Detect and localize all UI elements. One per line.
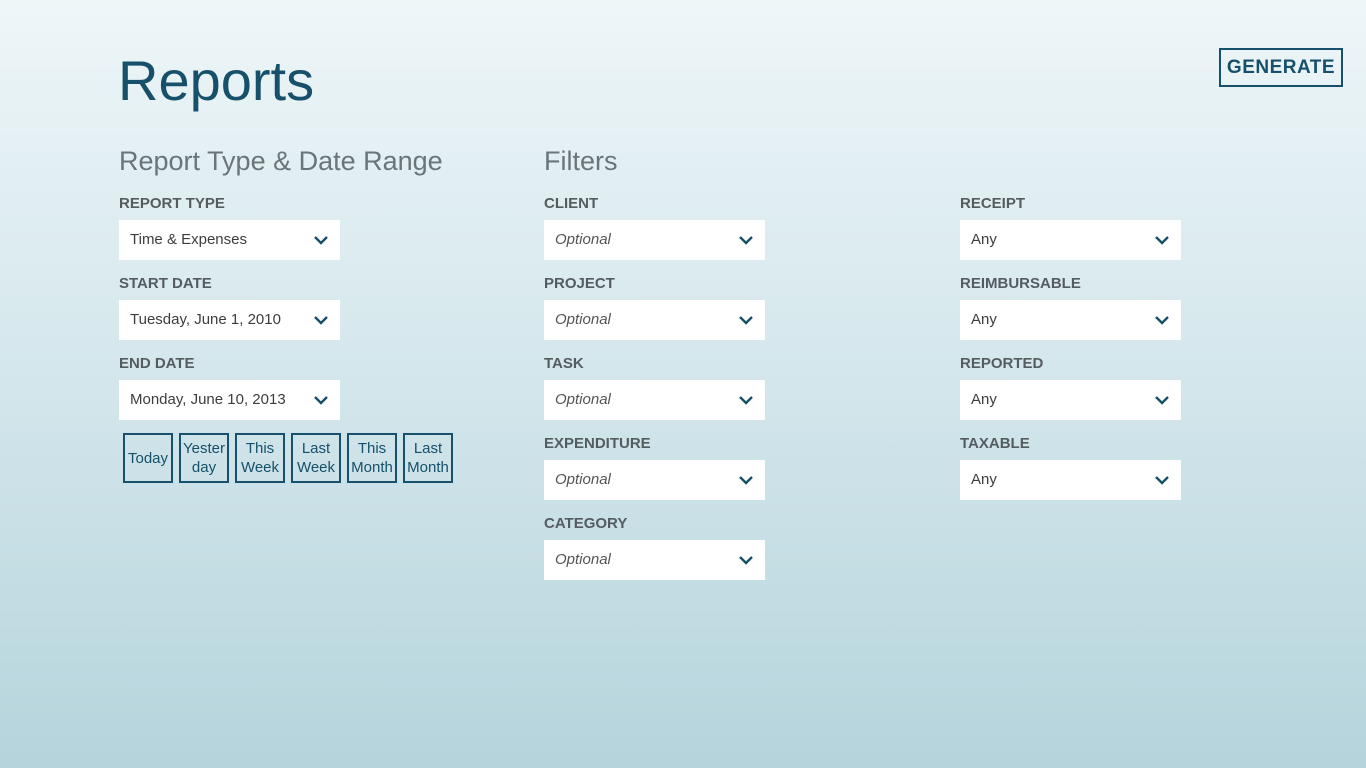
- last-week-button[interactable]: Last Week: [291, 433, 341, 483]
- client-value: Optional: [555, 231, 611, 248]
- category-field: CATEGORY Optional: [544, 514, 765, 580]
- filters-heading: Filters: [544, 146, 618, 176]
- project-select[interactable]: Optional: [544, 300, 765, 340]
- today-button[interactable]: Today: [123, 433, 173, 483]
- reported-field: REPORTED Any: [960, 354, 1181, 420]
- end-date-select[interactable]: Monday, June 10, 2013: [119, 380, 340, 420]
- chevron-down-icon: [1155, 236, 1169, 245]
- client-select[interactable]: Optional: [544, 220, 765, 260]
- expenditure-label: EXPENDITURE: [544, 435, 651, 452]
- taxable-label: TAXABLE: [960, 435, 1030, 452]
- expenditure-value: Optional: [555, 471, 611, 488]
- report-type-select[interactable]: Time & Expenses: [119, 220, 340, 260]
- reimbursable-select[interactable]: Any: [960, 300, 1181, 340]
- this-week-button[interactable]: This Week: [235, 433, 285, 483]
- page-title: Reports: [118, 49, 315, 112]
- chevron-down-icon: [739, 236, 753, 245]
- project-label: PROJECT: [544, 275, 615, 292]
- chevron-down-icon: [1155, 396, 1169, 405]
- report-type-field: REPORT TYPE Time & Expenses: [119, 194, 340, 260]
- task-select[interactable]: Optional: [544, 380, 765, 420]
- start-date-label: START DATE: [119, 275, 212, 292]
- category-value: Optional: [555, 551, 611, 568]
- task-value: Optional: [555, 391, 611, 408]
- taxable-field: TAXABLE Any: [960, 434, 1181, 500]
- chevron-down-icon: [314, 236, 328, 245]
- category-label: CATEGORY: [544, 515, 628, 532]
- client-label: CLIENT: [544, 195, 599, 212]
- taxable-value: Any: [971, 471, 997, 488]
- report-type-label: REPORT TYPE: [119, 195, 225, 212]
- end-date-field: END DATE Monday, June 10, 2013: [119, 354, 340, 420]
- yesterday-button[interactable]: Yester day: [179, 433, 229, 483]
- report-type-value: Time & Expenses: [130, 231, 247, 248]
- receipt-value: Any: [971, 231, 997, 248]
- end-date-value: Monday, June 10, 2013: [130, 391, 286, 408]
- reported-value: Any: [971, 391, 997, 408]
- quick-range-buttons: Today Yester day This Week Last Week Thi…: [123, 433, 453, 483]
- category-select[interactable]: Optional: [544, 540, 765, 580]
- project-value: Optional: [555, 311, 611, 328]
- receipt-select[interactable]: Any: [960, 220, 1181, 260]
- taxable-select[interactable]: Any: [960, 460, 1181, 500]
- start-date-value: Tuesday, June 1, 2010: [130, 311, 281, 328]
- last-month-button[interactable]: Last Month: [403, 433, 453, 483]
- start-date-field: START DATE Tuesday, June 1, 2010: [119, 274, 340, 340]
- start-date-select[interactable]: Tuesday, June 1, 2010: [119, 300, 340, 340]
- receipt-field: RECEIPT Any: [960, 194, 1181, 260]
- task-field: TASK Optional: [544, 354, 765, 420]
- this-month-button[interactable]: This Month: [347, 433, 397, 483]
- chevron-down-icon: [1155, 316, 1169, 325]
- chevron-down-icon: [314, 316, 328, 325]
- chevron-down-icon: [314, 396, 328, 405]
- chevron-down-icon: [739, 396, 753, 405]
- chevron-down-icon: [739, 556, 753, 565]
- reported-label: REPORTED: [960, 355, 1044, 372]
- expenditure-select[interactable]: Optional: [544, 460, 765, 500]
- task-label: TASK: [544, 355, 584, 372]
- reported-select[interactable]: Any: [960, 380, 1181, 420]
- client-field: CLIENT Optional: [544, 194, 765, 260]
- reimbursable-label: REIMBURSABLE: [960, 275, 1081, 292]
- project-field: PROJECT Optional: [544, 274, 765, 340]
- receipt-label: RECEIPT: [960, 195, 1026, 212]
- end-date-label: END DATE: [119, 355, 195, 372]
- reimbursable-value: Any: [971, 311, 997, 328]
- chevron-down-icon: [739, 316, 753, 325]
- chevron-down-icon: [739, 476, 753, 485]
- generate-button[interactable]: GENERATE: [1219, 48, 1343, 87]
- expenditure-field: EXPENDITURE Optional: [544, 434, 765, 500]
- report-section-heading: Report Type & Date Range: [119, 146, 443, 176]
- chevron-down-icon: [1155, 476, 1169, 485]
- reimbursable-field: REIMBURSABLE Any: [960, 274, 1181, 340]
